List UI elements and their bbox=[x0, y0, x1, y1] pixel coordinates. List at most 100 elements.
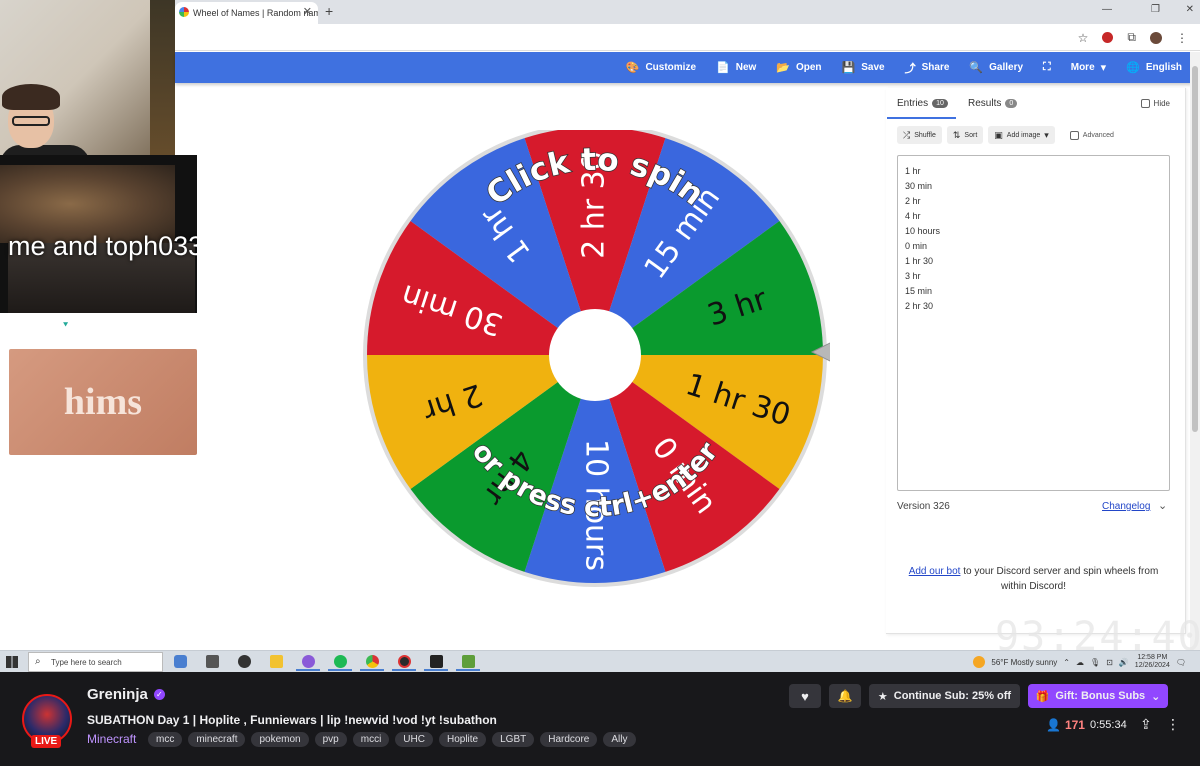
open-button[interactable]: 📂 Open bbox=[766, 52, 831, 83]
taskbar-app-chrome[interactable] bbox=[360, 653, 384, 671]
spin-wheel[interactable]: 2 hr 30 15 min3 hr1 hr 300 min10 hours4 h… bbox=[360, 130, 830, 590]
new-button[interactable]: 📄 New bbox=[706, 52, 766, 83]
chevron-down-icon[interactable]: ⌄ bbox=[1158, 499, 1167, 512]
wheel-center-hub[interactable] bbox=[549, 309, 641, 401]
taskbar-app-explorer[interactable] bbox=[264, 653, 288, 671]
tab-results-label: Results bbox=[968, 98, 1002, 109]
notifications-button[interactable]: 🔔 bbox=[829, 684, 861, 708]
changelog-link[interactable]: Changelog bbox=[1102, 501, 1150, 512]
background-tree bbox=[150, 0, 175, 175]
game-category-link[interactable]: Minecraft bbox=[87, 732, 136, 746]
hide-label: Hide bbox=[1153, 99, 1170, 108]
browser-tab[interactable]: Wheel of Names | Random name ✕ bbox=[175, 2, 318, 24]
more-options-icon[interactable]: ⋮ bbox=[1166, 716, 1180, 733]
notification-icon[interactable]: 🗨 bbox=[1176, 658, 1186, 667]
fullscreen-button[interactable]: ⛶ bbox=[1033, 52, 1061, 83]
stream-tag[interactable]: Ally bbox=[603, 732, 636, 747]
ad-brand: hims bbox=[63, 381, 143, 423]
follow-button[interactable]: ♥ bbox=[789, 684, 821, 708]
cloud-icon[interactable]: ☁ bbox=[1076, 658, 1084, 667]
network-icon[interactable]: ⊡ bbox=[1106, 658, 1113, 667]
taskbar-app-minecraft[interactable] bbox=[456, 653, 480, 671]
windows-start-icon[interactable] bbox=[6, 656, 18, 668]
stream-tag[interactable]: Hoplite bbox=[438, 732, 487, 747]
entries-textarea[interactable]: 1 hr 30 min 2 hr 4 hr 10 hours 0 min 1 hr 30 3 … bbox=[897, 155, 1170, 491]
entry-line[interactable]: 0 min bbox=[905, 239, 1162, 254]
taskbar-app-streamdeck[interactable] bbox=[424, 653, 448, 671]
close-window-button[interactable]: ✕ bbox=[1186, 4, 1194, 15]
heart-icon: ♥ bbox=[801, 688, 809, 704]
microphone-icon[interactable]: 🎙 bbox=[1090, 658, 1100, 667]
add-image-button[interactable]: ▣ Add image ▾ bbox=[988, 126, 1055, 144]
grammarly-icon bbox=[237, 654, 251, 668]
add-bot-link[interactable]: Add our bot bbox=[909, 566, 961, 577]
taskbar-app-taskview[interactable] bbox=[200, 653, 224, 671]
stream-tag[interactable]: pvp bbox=[314, 732, 347, 747]
new-tab-button[interactable]: + bbox=[325, 3, 333, 19]
scrollbar-thumb[interactable] bbox=[1192, 66, 1198, 432]
extensions-puzzle-icon[interactable]: ⧉ bbox=[1127, 30, 1136, 45]
shuffle-button[interactable]: ⤮ Shuffle bbox=[897, 126, 942, 144]
tab-title: Wheel of Names | Random name bbox=[193, 8, 318, 18]
profile-avatar-icon[interactable] bbox=[1150, 31, 1162, 44]
stream-tag[interactable]: Hardcore bbox=[540, 732, 598, 747]
tab-entries[interactable]: Entries 10 bbox=[887, 98, 956, 119]
restore-window-button[interactable]: ❐ bbox=[1151, 4, 1160, 15]
sort-button[interactable]: ⇅ Sort bbox=[946, 126, 984, 144]
language-button[interactable]: 🌐 English bbox=[1116, 52, 1192, 83]
entry-line[interactable]: 4 hr bbox=[905, 209, 1162, 224]
gallery-button[interactable]: 🔍 Gallery bbox=[959, 52, 1033, 83]
gift-subs-button[interactable]: 🎁 Gift: Bonus Subs ⌄ bbox=[1028, 684, 1168, 708]
palette-icon: 🎨 bbox=[625, 62, 640, 74]
viewer-count-text: 171 bbox=[1064, 718, 1085, 732]
entry-line[interactable]: 15 min bbox=[905, 284, 1162, 299]
verified-check-icon: ✓ bbox=[153, 689, 165, 700]
volume-icon[interactable]: 🔊 bbox=[1119, 658, 1129, 667]
entry-line[interactable]: 10 hours bbox=[905, 224, 1162, 239]
browser-menu-icon[interactable]: ⋮ bbox=[1176, 31, 1188, 45]
minimize-window-button[interactable]: — bbox=[1102, 4, 1112, 15]
tab-results[interactable]: Results 0 bbox=[968, 98, 1018, 109]
continue-sub-button[interactable]: ★ Continue Sub: 25% off bbox=[869, 684, 1020, 708]
taskbar-app-grammarly[interactable] bbox=[232, 653, 256, 671]
entries-count-badge: 10 bbox=[932, 99, 948, 108]
taskbar-app-widget[interactable] bbox=[168, 653, 192, 671]
hims-ad-banner: hims bbox=[9, 349, 197, 455]
bookmark-star-icon[interactable]: ☆ bbox=[1078, 31, 1089, 45]
advanced-toggle[interactable]: Advanced bbox=[1069, 130, 1114, 140]
close-tab-icon[interactable]: ✕ bbox=[303, 5, 312, 18]
stream-tag[interactable]: LGBT bbox=[492, 732, 535, 747]
stream-tag[interactable]: UHC bbox=[395, 732, 433, 747]
page-scrollbar[interactable] bbox=[1190, 52, 1200, 650]
more-button[interactable]: More ▾ bbox=[1061, 52, 1116, 83]
save-button[interactable]: 💾 Save bbox=[832, 52, 895, 83]
entry-line[interactable]: 1 hr 30 bbox=[905, 254, 1162, 269]
entry-line[interactable]: 3 hr bbox=[905, 269, 1162, 284]
taskbar-app-obs[interactable] bbox=[392, 653, 416, 671]
entry-line[interactable]: 30 min bbox=[905, 179, 1162, 194]
hide-checkbox[interactable] bbox=[1140, 99, 1150, 108]
stream-tag[interactable]: minecraft bbox=[188, 732, 246, 747]
taskbar-clock[interactable]: 12:58 PM 12/26/2024 bbox=[1135, 654, 1170, 670]
stream-tag[interactable]: mcc bbox=[148, 732, 183, 747]
share-icon[interactable]: ⇪ bbox=[1140, 716, 1152, 733]
channel-name[interactable]: Greninja ✓ bbox=[87, 686, 165, 703]
stream-tag[interactable]: mcci bbox=[352, 732, 390, 747]
taskbar-app-spotify[interactable] bbox=[328, 653, 352, 671]
address-bar[interactable]: ☆ ⧉ ⋮ bbox=[175, 24, 1200, 51]
tray-chevron-icon[interactable]: ⌃ bbox=[1063, 658, 1070, 667]
taskbar-app-messenger[interactable] bbox=[296, 653, 320, 671]
customize-button[interactable]: 🎨 Customize bbox=[616, 52, 706, 83]
hide-toggle[interactable]: Hide bbox=[1140, 99, 1170, 108]
entry-line[interactable]: 2 hr 30 bbox=[905, 299, 1162, 314]
taskbar-search[interactable]: ⌕ Type here to search bbox=[28, 652, 163, 672]
share-button[interactable]: ⤴ Share bbox=[895, 52, 960, 83]
weather-text[interactable]: 56°F Mostly sunny bbox=[991, 658, 1057, 667]
wheel-container[interactable]: 2 hr 30 15 min 3 hr 1 hr 30 0 min 10 hours 4 h… bbox=[360, 130, 830, 590]
advanced-checkbox[interactable] bbox=[1069, 130, 1079, 140]
stream-tag[interactable]: pokemon bbox=[251, 732, 309, 747]
entry-line[interactable]: 1 hr bbox=[905, 164, 1162, 179]
extension-red-icon[interactable] bbox=[1102, 32, 1114, 43]
entry-line[interactable]: 2 hr bbox=[905, 194, 1162, 209]
overlay-logo-icon: ⯆ bbox=[62, 320, 70, 330]
